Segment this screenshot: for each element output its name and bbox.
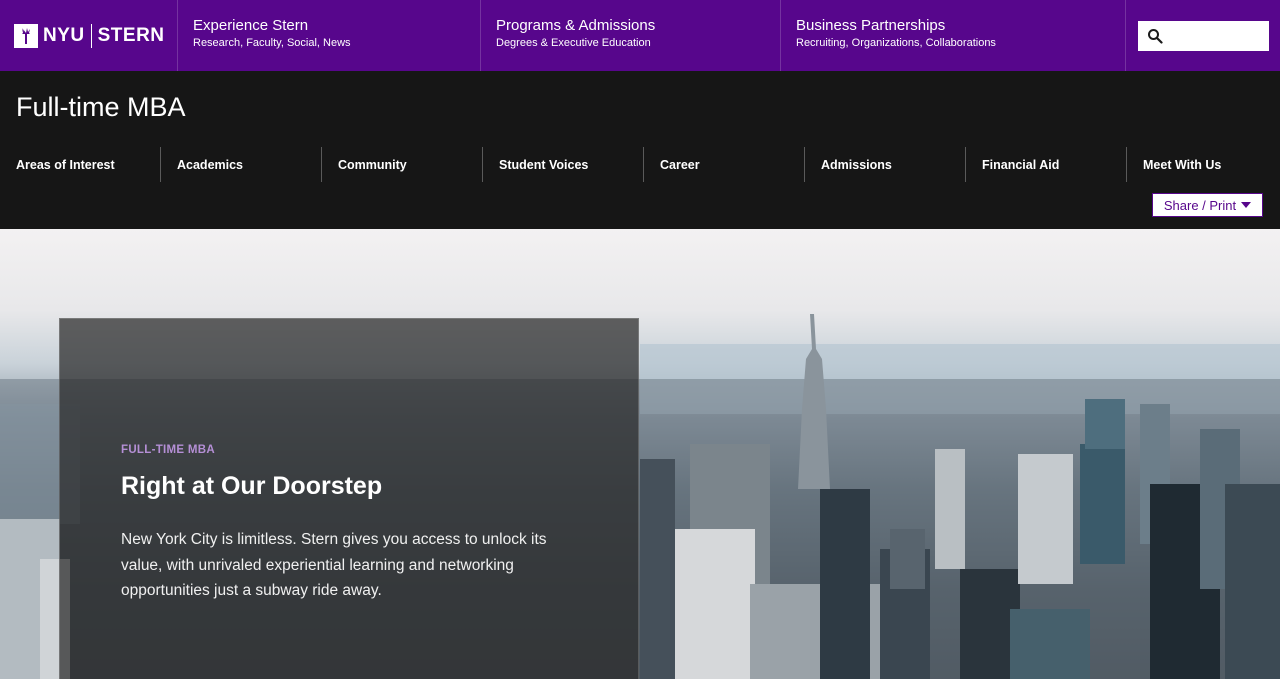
topnav-title: Programs & Admissions (496, 17, 656, 34)
section-nav: Areas of Interest Academics Community St… (0, 147, 1280, 182)
topnav-subtitle: Research, Faculty, Social, News (193, 37, 351, 49)
hero-overlay-panel: FULL-TIME MBA Right at Our Doorstep New … (59, 318, 639, 679)
topnav-subtitle: Recruiting, Organizations, Collaboration… (796, 37, 996, 49)
topnav-title: Experience Stern (193, 17, 309, 34)
topnav-title: Business Partnerships (796, 17, 946, 34)
topnav-subtitle: Degrees & Executive Education (496, 37, 651, 49)
topnav-programs-admissions[interactable]: Programs & Admissions Degrees & Executiv… (481, 0, 781, 71)
hero-eyebrow: FULL-TIME MBA (121, 444, 215, 456)
brand-stern: STERN (97, 24, 165, 46)
secnav-meet-with-us[interactable]: Meet With Us (1127, 147, 1280, 182)
hero-title: Right at Our Doorstep (121, 472, 383, 500)
secnav-community[interactable]: Community (322, 147, 483, 182)
topnav-experience-stern[interactable]: Experience Stern Research, Faculty, Soci… (178, 0, 481, 71)
secnav-career[interactable]: Career (644, 147, 805, 182)
search-input[interactable] (1137, 20, 1269, 51)
nyu-stern-logo[interactable]: NYU STERN (0, 0, 178, 71)
hero-body: New York City is limitless. Stern gives … (121, 531, 547, 599)
secnav-student-voices[interactable]: Student Voices (483, 147, 644, 182)
search-area (1126, 0, 1280, 71)
secnav-admissions[interactable]: Admissions (805, 147, 966, 182)
share-print-label: Share / Print (1163, 197, 1237, 213)
torch-icon (14, 23, 38, 48)
secnav-academics[interactable]: Academics (161, 147, 322, 182)
global-header: NYU STERN Experience Stern Research, Fac… (0, 0, 1280, 71)
caret-down-icon (1241, 202, 1252, 208)
hero-banner: FULL-TIME MBA Right at Our Doorstep New … (0, 229, 1280, 679)
brand-divider (90, 23, 92, 48)
program-header: Full-time MBA Areas of Interest Academic… (0, 71, 1280, 229)
search-icon[interactable] (1147, 28, 1163, 44)
brand-nyu: NYU (43, 24, 85, 46)
share-print-button[interactable]: Share / Print (1152, 193, 1263, 217)
topnav-business-partnerships[interactable]: Business Partnerships Recruiting, Organi… (781, 0, 1126, 71)
secnav-areas-of-interest[interactable]: Areas of Interest (0, 147, 161, 182)
secnav-financial-aid[interactable]: Financial Aid (966, 147, 1127, 182)
page-title: Full-time MBA (16, 92, 186, 122)
